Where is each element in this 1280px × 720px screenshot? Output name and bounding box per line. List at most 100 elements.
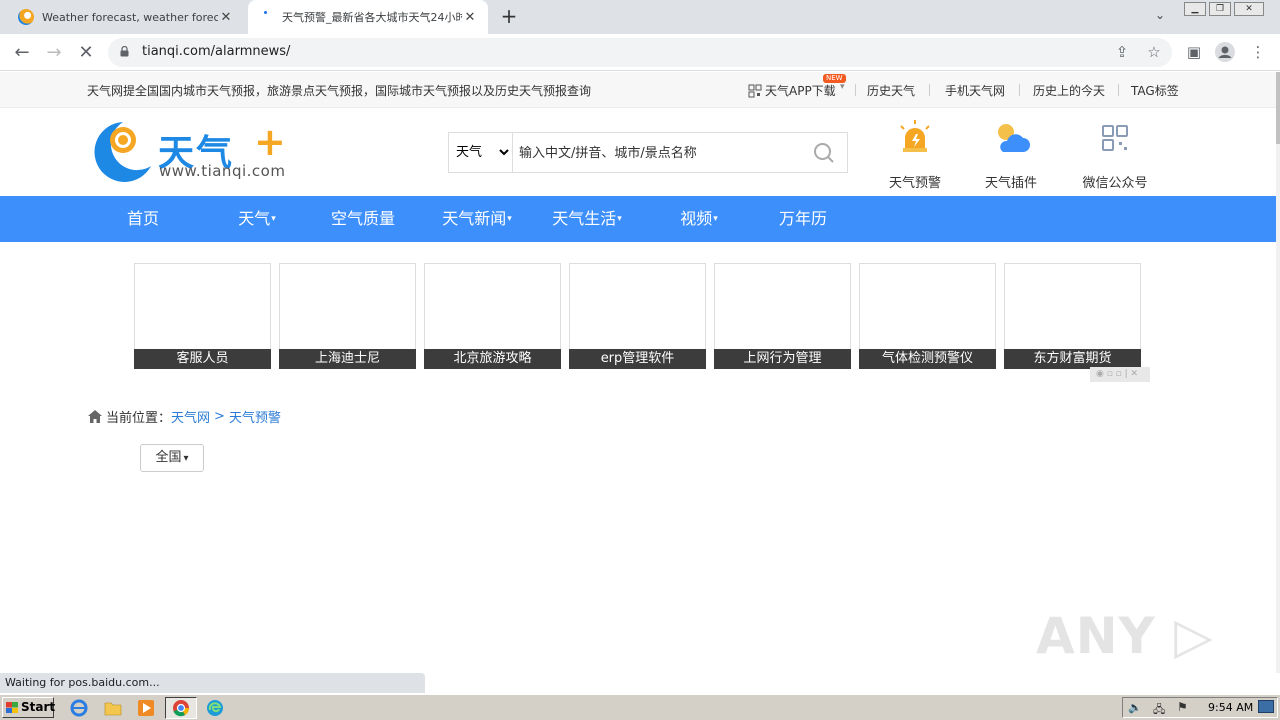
web-page: 天气网提全国国内城市天气预报，旅游景点天气预报，国际城市天气预报以及历史天气预报… [0,72,1276,673]
nav-item-weather[interactable]: 天气▾ [222,196,292,242]
restore-icon[interactable]: ❐ [1209,2,1231,16]
ad-tile[interactable]: 东方财富期货 [1004,263,1141,369]
tab-title: Weather forecast, weather forecast [42,10,218,24]
chevron-down-icon: ▾ [840,82,845,92]
windows-taskbar: Start 🔈 🖧 ⚑ 9:54 AM [0,694,1280,720]
divider [855,84,856,96]
nav-item-video[interactable]: 视频▾ [664,196,734,242]
ad-caption[interactable]: 东方财富期货 [1004,349,1141,369]
sun-cloud-icon [998,124,1030,152]
show-desktop-icon[interactable] [1258,700,1274,713]
new-tab-button[interactable]: + [498,6,520,28]
site-intro-text: 天气网提全国国内城市天气预报，旅游景点天气预报，国际城市天气预报以及历史天气预报… [87,84,592,98]
today-in-history-link[interactable]: 历史上的今天 [1033,82,1105,99]
browser-tab-bar: Weather forecast, weather forecast ✕ 天气预… [0,0,1280,34]
ad-tile[interactable]: erp管理软件 [569,263,706,369]
ad-tile[interactable]: 上网行为管理 [714,263,851,369]
ad-caption[interactable]: 客服人员 [134,349,271,369]
ad-tile[interactable]: 气体检测预警仪 [859,263,996,369]
lock-icon [120,46,129,57]
scrollbar-thumb[interactable] [1276,72,1280,144]
region-dropdown-button[interactable]: 全国 ▾ [140,444,204,472]
divider [929,84,930,96]
chrome-icon [173,700,190,717]
kebab-menu-icon[interactable]: ⋮ [1248,42,1268,62]
divider [1118,84,1119,96]
share-icon[interactable]: ⇪ [1112,42,1132,62]
back-arrow-icon[interactable]: ← [10,41,34,65]
logo-url: www.tianqi.com [159,162,286,180]
weather-plugin-quicklink[interactable]: 天气插件 [966,118,1056,191]
forward-arrow-icon[interactable]: → [42,41,66,65]
ad-close-tag-icon[interactable]: ◉ ▫ ▫ | ✕ [1090,367,1150,382]
chrome-taskbar-button[interactable] [165,697,197,719]
breadcrumb: 当前位置： 天气网 > 天气预警 [88,407,281,426]
ad-tile[interactable]: 上海迪士尼 [279,263,416,369]
nav-item-calendar[interactable]: 万年历 [768,196,838,242]
tag-link[interactable]: TAG标签 [1131,82,1179,99]
media-player-icon[interactable] [137,699,155,717]
search-input[interactable] [519,142,799,164]
breadcrumb-separator: > [214,409,225,424]
ad-caption[interactable]: erp管理软件 [569,349,706,369]
qr-code-icon [1102,125,1128,151]
breadcrumb-link-alerts[interactable]: 天气预警 [229,407,281,426]
nav-item-weather-life[interactable]: 天气生活▾ [542,196,632,242]
search-type-select[interactable]: 天气 [449,133,513,172]
volume-icon[interactable]: 🔈 [1128,701,1142,714]
search-box: 天气 [448,132,848,173]
main-nav-bar: 首页 天气▾ 空气质量 天气新闻▾ 天气生活▾ 视频▾ 万年历 [0,196,1276,242]
app-download-link[interactable]: 天气APP下载 [765,82,836,99]
breadcrumb-link-home[interactable]: 天气网 [171,407,210,426]
wechat-account-quicklink[interactable]: 微信公众号 [1070,118,1160,191]
ad-caption[interactable]: 上海迪士尼 [279,349,416,369]
nav-item-weather-news[interactable]: 天气新闻▾ [432,196,522,242]
edge-icon[interactable] [206,699,224,717]
url-text[interactable]: tianqi.com/alarmnews/ [142,44,290,59]
taskbar-clock[interactable]: 9:54 AM [1208,701,1253,714]
browser-tab-alarm-news[interactable]: 天气预警_最新省各大城市天气24小时 ✕ [248,0,488,34]
folder-icon[interactable] [104,699,122,717]
weather-favicon-icon [18,9,34,25]
browser-tab-weather-forecast[interactable]: Weather forecast, weather forecast ✕ [8,0,244,34]
top-info-strip: 天气网提全国国内城市天气预报，旅游景点天气预报，国际城市天气预报以及历史天气预报… [0,72,1276,108]
stop-loading-icon[interactable]: ✕ [74,41,98,65]
close-icon[interactable]: ✕ [218,10,234,25]
internet-explorer-icon[interactable] [70,699,88,717]
mobile-weather-link[interactable]: 手机天气网 [945,82,1005,99]
start-button[interactable]: Start [2,697,55,718]
bookmark-star-icon[interactable]: ☆ [1144,42,1164,62]
weather-alert-quicklink[interactable]: 天气预警 [870,118,960,191]
ad-tile[interactable]: 客服人员 [134,263,271,369]
system-tray [1122,697,1278,718]
nav-item-air-quality[interactable]: 空气质量 [323,196,403,242]
ad-caption[interactable]: 气体检测预警仪 [859,349,996,369]
page-scrollbar[interactable] [1276,72,1280,673]
window-close-icon[interactable]: ✕ [1234,2,1264,16]
profile-avatar-icon[interactable] [1215,42,1235,62]
tab-search-chevron-icon[interactable]: ⌄ [1150,8,1170,26]
qr-code-icon [748,84,762,98]
caret-down-icon: ▾ [617,214,622,224]
quicklink-label: 微信公众号 [1082,176,1148,191]
caret-down-icon: ▾ [183,453,189,464]
address-bar[interactable]: tianqi.com/alarmnews/ ⇪ ☆ [108,38,1172,67]
anyrun-watermark: ANY ▷ RUN [1036,607,1214,673]
quicklink-label: 天气预警 [888,176,941,191]
loading-favicon-icon [258,9,274,25]
caret-down-icon: ▾ [271,214,276,224]
flag-icon[interactable]: ⚑ [1177,700,1188,714]
side-panel-icon[interactable]: ▣ [1184,42,1204,62]
close-icon[interactable]: ✕ [462,10,478,25]
history-weather-link[interactable]: 历史天气 [867,82,915,99]
ad-tile[interactable]: 北京旅游攻略 [424,263,561,369]
tab-title: 天气预警_最新省各大城市天气24小时 [282,11,462,24]
divider [1019,84,1020,96]
search-icon[interactable] [813,142,835,164]
ad-caption[interactable]: 上网行为管理 [714,349,851,369]
breadcrumb-label: 当前位置： [106,411,172,426]
nav-item-home[interactable]: 首页 [108,196,178,242]
minimize-icon[interactable]: ▁ [1184,2,1206,16]
ad-caption[interactable]: 北京旅游攻略 [424,349,561,369]
network-icon[interactable]: 🖧 [1153,701,1165,720]
